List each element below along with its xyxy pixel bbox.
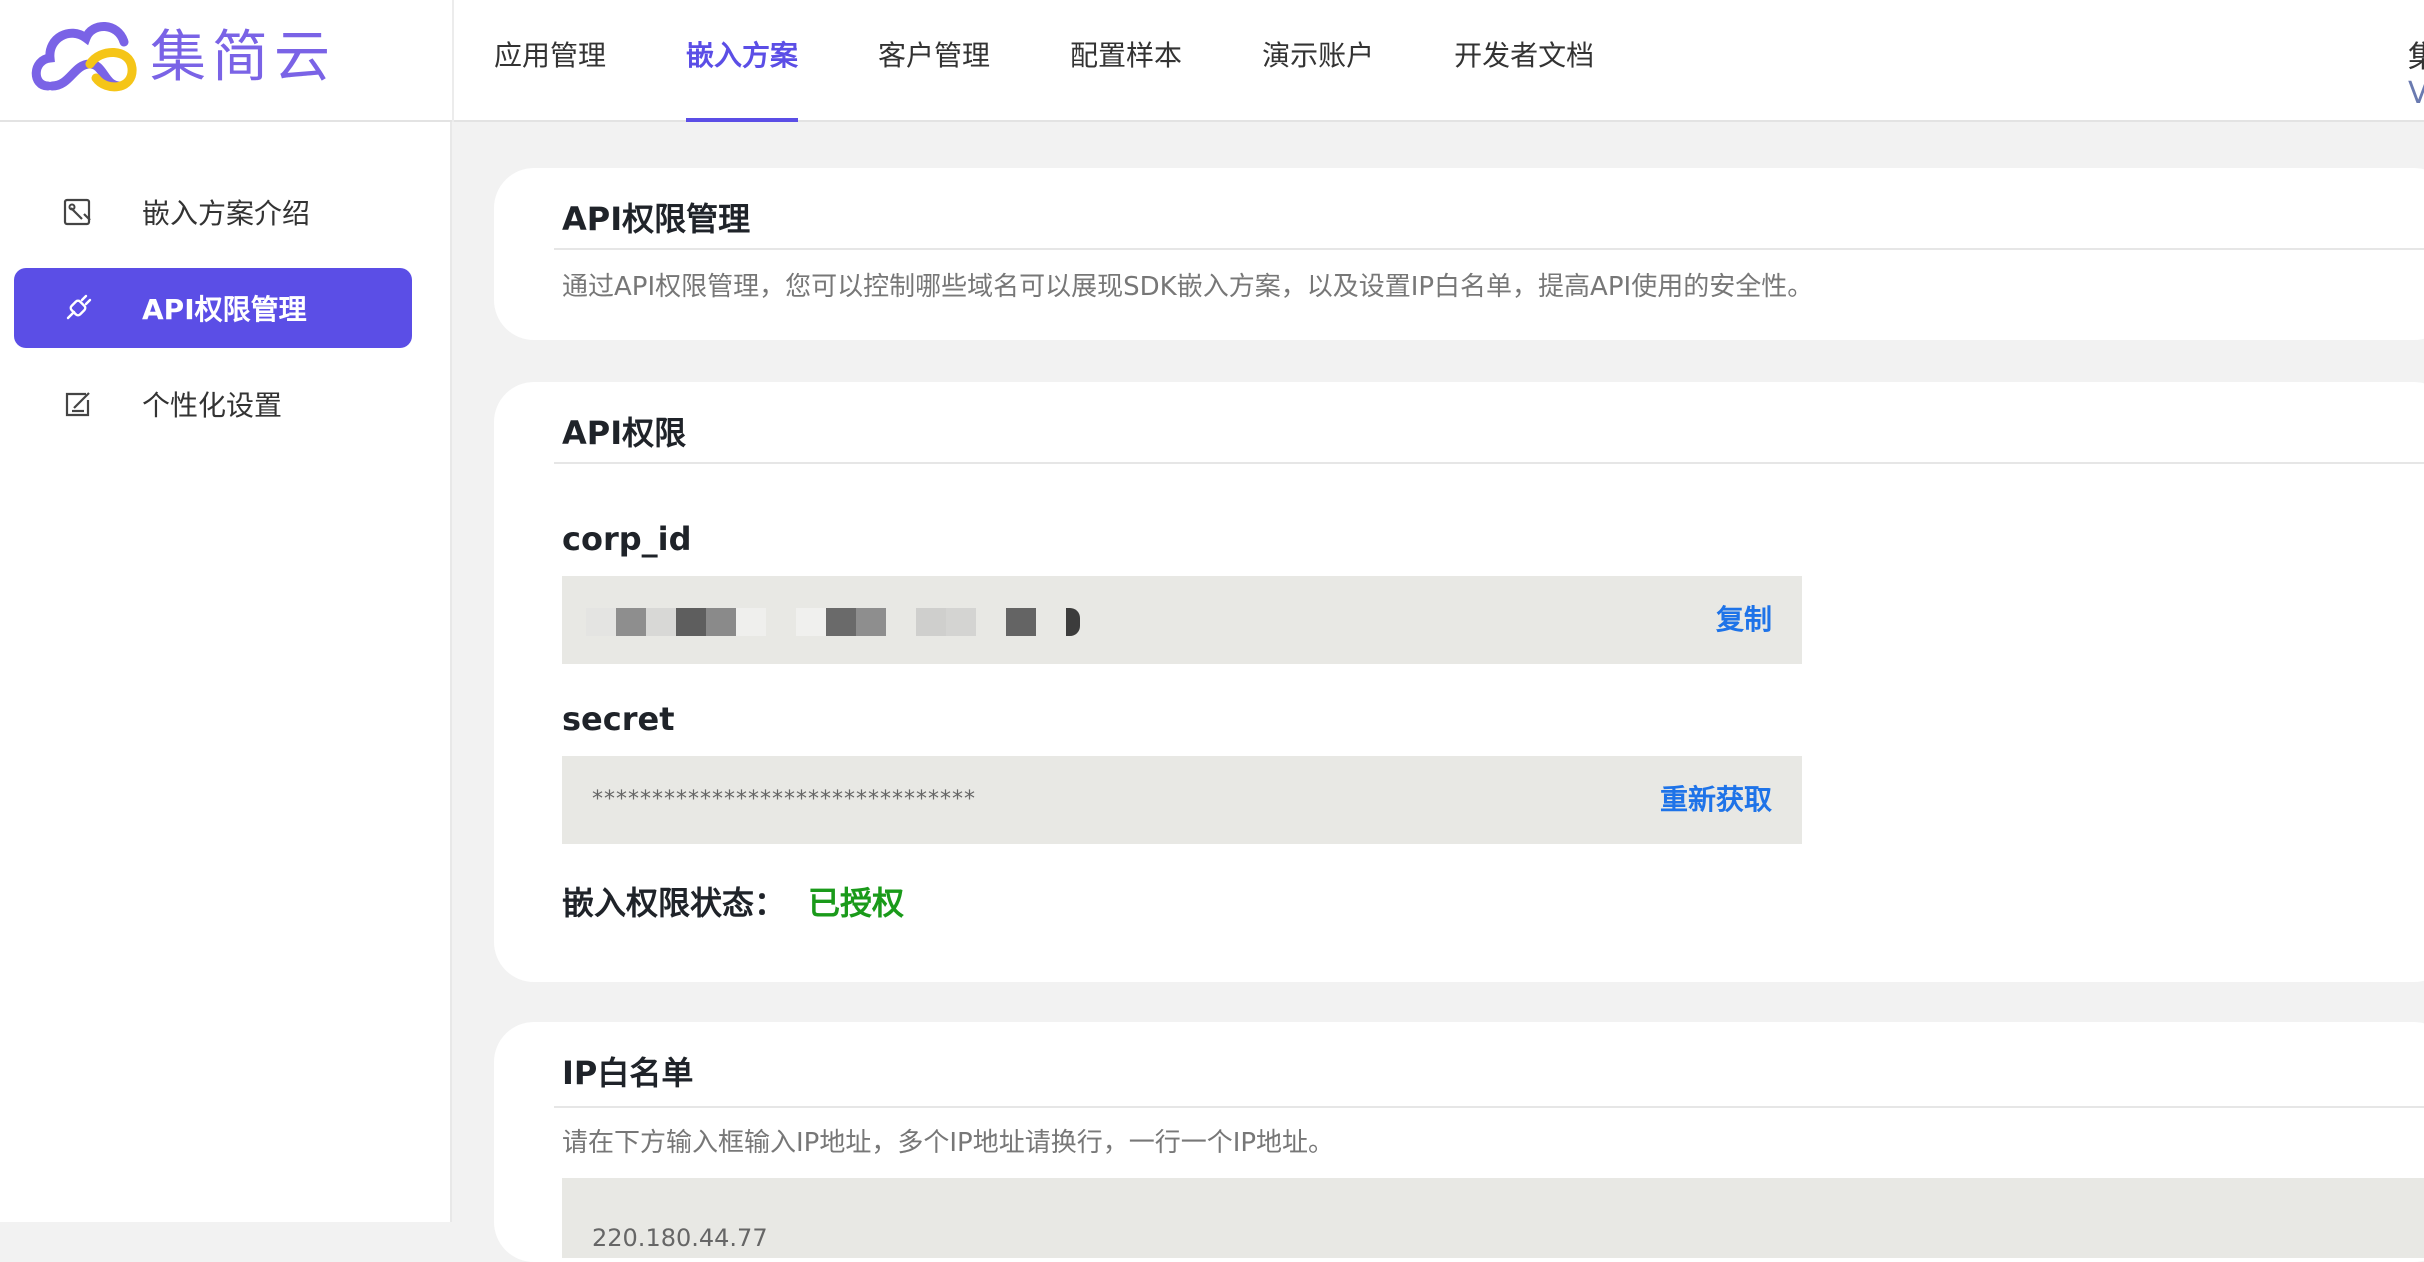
intro-card: API权限管理 通过API权限管理，您可以控制哪些域名可以展现SDK嵌入方案，以… (494, 168, 2424, 340)
ip-whitelist-card: IP白名单 请在下方输入框输入IP地址，多个IP地址请换行，一行一个IP地址。 … (494, 1022, 2424, 1262)
embed-status: 嵌入权限状态： 已授权 (562, 878, 904, 924)
card-title: API权限 (562, 414, 687, 452)
regenerate-button[interactable]: 重新获取 (1660, 756, 1772, 844)
card-title: IP白名单 (562, 1054, 694, 1092)
nav-customer-management[interactable]: 客户管理 (878, 0, 990, 122)
cloud-logo-icon (31, 22, 137, 92)
status-badge: 已授权 (808, 884, 905, 922)
secret-value: ******************************** (592, 787, 976, 812)
nav-embed-solution[interactable]: 嵌入方案 (686, 0, 799, 122)
user-menu[interactable]: 集 V (2408, 40, 2424, 112)
sidebar-item-embed-intro[interactable]: 嵌入方案介绍 (14, 172, 412, 252)
card-title: API权限管理 (562, 200, 751, 238)
ip-whitelist-text: 220.180.44.77 (592, 1224, 768, 1252)
card-description: 通过API权限管理，您可以控制哪些域名可以展现SDK嵌入方案，以及设置IP白名单… (562, 272, 1814, 302)
sidebar: 嵌入方案介绍 API权限管理 个性化设置 (0, 122, 452, 1222)
corp-id-label: corp_id (562, 520, 692, 558)
secret-label: secret (562, 700, 675, 738)
nav-app-management[interactable]: 应用管理 (494, 0, 606, 122)
sidebar-item-label: API权限管理 (142, 293, 307, 326)
brand-logo[interactable]: 集简云 (30, 8, 350, 108)
nav-developer-docs[interactable]: 开发者文档 (1454, 0, 1594, 122)
sidebar-item-personalization[interactable]: 个性化设置 (14, 364, 412, 444)
edit-icon (58, 384, 98, 424)
user-role: V (2408, 76, 2424, 111)
copy-button[interactable]: 复制 (1716, 576, 1772, 664)
status-label: 嵌入权限状态： (562, 884, 787, 922)
sidebar-item-api-permission[interactable]: API权限管理 (14, 268, 412, 348)
top-bar: 集简云 应用管理 嵌入方案 客户管理 配置样本 演示账户 开发者文档 集 V (0, 0, 2424, 122)
image-edit-icon (58, 192, 98, 232)
divider (554, 248, 2424, 250)
brand-name: 集简云 (150, 25, 336, 90)
nav-demo-account[interactable]: 演示账户 (1262, 0, 1374, 122)
card-description: 请在下方输入框输入IP地址，多个IP地址请换行，一行一个IP地址。 (562, 1128, 1335, 1158)
plug-icon (58, 288, 98, 328)
api-permission-card: API权限 corp_id 复制 secret ****************… (494, 382, 2424, 982)
nav-config-samples[interactable]: 配置样本 (1070, 0, 1182, 122)
secret-field: ******************************** 重新获取 (562, 756, 1802, 844)
divider (554, 1106, 2424, 1108)
header-divider (452, 0, 454, 122)
ip-whitelist-input[interactable]: 220.180.44.77 (562, 1178, 2424, 1258)
main-nav: 应用管理 嵌入方案 客户管理 配置样本 演示账户 开发者文档 (494, 0, 1674, 122)
divider (554, 462, 2424, 464)
corp-id-field: 复制 (562, 576, 1802, 664)
user-name: 集 (2408, 40, 2424, 75)
sidebar-item-label: 个性化设置 (142, 389, 283, 422)
sidebar-item-label: 嵌入方案介绍 (142, 197, 311, 230)
